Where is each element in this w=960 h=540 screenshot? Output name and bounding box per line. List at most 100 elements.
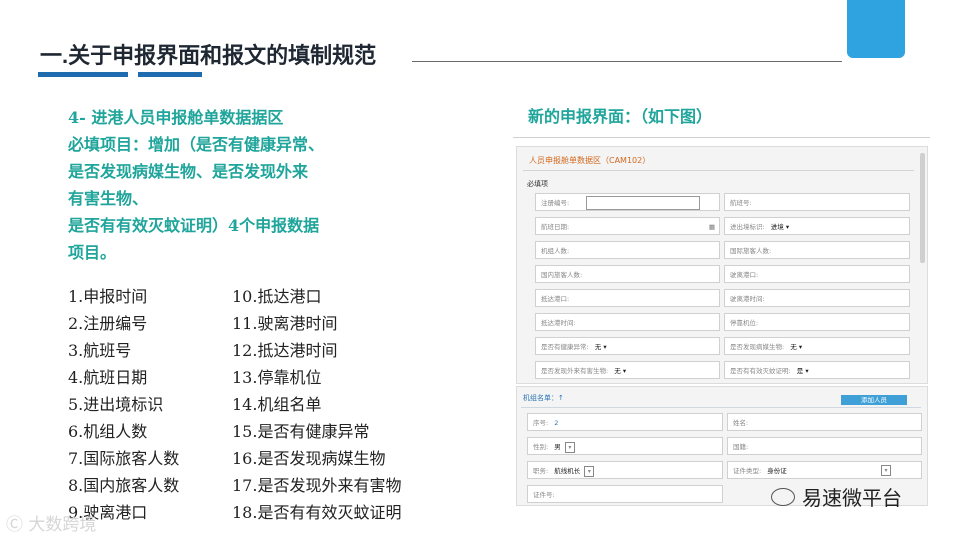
domestic-passenger-count-field[interactable]: 国内旅客人数:	[535, 265, 720, 283]
arrival-port-field[interactable]: 抵达港口:	[535, 289, 720, 307]
crew-list-title: 机组名单：↑	[523, 394, 564, 402]
health-abnormal-select[interactable]: 无 ▾	[595, 343, 607, 351]
field-label: 国内旅客人数:	[541, 271, 583, 279]
gender-field[interactable]: 性别: 男 ▾	[527, 437, 723, 455]
requirement-line: 有害生物、	[68, 189, 149, 208]
field-label: 国籍:	[733, 443, 749, 451]
requirement-line: 4- 进港人员申报舱单数据据区	[68, 108, 284, 127]
field-label: 驶离港时间:	[730, 295, 765, 303]
list-item: 17.是否发现外来有害物	[232, 476, 402, 495]
id-number-field[interactable]: 证件号:	[527, 485, 723, 503]
mosquito-cert-select[interactable]: 是 ▾	[797, 367, 809, 375]
form-section-label: 必填项	[527, 180, 548, 188]
field-label: 航班日期:	[541, 223, 570, 231]
field-label: 序号:	[533, 419, 549, 427]
field-label: 证件类型:	[733, 467, 762, 475]
list-item: 14.机组名单	[232, 395, 322, 414]
registration-number-input[interactable]	[586, 196, 700, 210]
field-label: 性别:	[533, 443, 549, 451]
title-accent-bar	[38, 72, 128, 77]
health-abnormal-field[interactable]: 是否有健康异常: 无 ▾	[535, 337, 720, 355]
list-item: 6.机组人数	[68, 422, 148, 441]
requirement-line: 项目。	[68, 243, 117, 262]
departure-time-field[interactable]: 驶离港时间:	[724, 289, 910, 307]
calendar-icon[interactable]: ▦	[709, 218, 715, 236]
vector-found-select[interactable]: 无 ▾	[790, 343, 802, 351]
corner-decoration	[847, 0, 905, 58]
seq-value: 2	[554, 419, 559, 427]
duty-select[interactable]: 航线机长	[554, 462, 580, 480]
list-item: 7.国际旅客人数	[68, 449, 180, 468]
field-label: 姓名:	[733, 419, 749, 427]
flight-date-field[interactable]: 航班日期: ▦	[535, 217, 720, 235]
requirement-line: 是否有有效灭蚊证明）4个申报数据	[68, 216, 320, 235]
wechat-icon	[771, 488, 795, 506]
title-accent-bar	[138, 72, 202, 77]
arrival-time-field[interactable]: 抵达港时间:	[535, 313, 720, 331]
requirement-line: 是否发现病媒生物、是否发现外来	[68, 162, 309, 181]
preview-divider	[513, 137, 930, 138]
field-label: 进出境标识:	[730, 223, 765, 231]
list-item: 11.驶离港时间	[232, 314, 338, 333]
mosquito-cert-field[interactable]: 是否有有效灭蚊证明: 是 ▾	[724, 361, 910, 379]
field-label: 是否有健康异常:	[541, 343, 589, 351]
form-scrollbar[interactable]	[920, 153, 925, 263]
list-item: 3.航班号	[68, 341, 132, 360]
chevron-down-icon[interactable]: ▾	[564, 441, 575, 453]
alien-pest-select[interactable]: 无 ▾	[614, 367, 626, 375]
seq-field[interactable]: 序号: 2	[527, 413, 723, 431]
form-header: 人员申报舱单数据区（CAM102）	[523, 152, 914, 171]
id-type-field[interactable]: 证件类型: 身份证 ▾	[727, 461, 922, 479]
nationality-field[interactable]: 国籍:	[727, 437, 922, 455]
list-item: 13.停靠机位	[232, 368, 322, 387]
field-label: 证件号:	[533, 491, 555, 499]
departure-port-field[interactable]: 驶离港口:	[724, 265, 910, 283]
field-list-left: 1.申报时间 2.注册编号 3.航班号 4.航班日期 5.进出境标识 6.机组人…	[68, 283, 179, 526]
field-label: 航班号:	[730, 199, 752, 207]
title-divider	[412, 61, 842, 62]
parking-stand-field[interactable]: 停靠机位:	[724, 313, 910, 331]
list-item: 10.抵达港口	[232, 287, 322, 306]
flight-number-field[interactable]: 航班号:	[724, 193, 910, 211]
crew-divider	[521, 407, 921, 408]
slide-title: 一.关于申报界面和报文的填制规范	[40, 43, 377, 68]
list-item: 15.是否有健康异常	[232, 422, 370, 441]
requirements-text: 4- 进港人员申报舱单数据据区 必填项目：增加（是否有健康异常、 是否发现病媒生…	[68, 104, 388, 266]
field-label: 注册编号:	[541, 199, 570, 207]
list-item: 4.航班日期	[68, 368, 148, 387]
name-field[interactable]: 姓名:	[727, 413, 922, 431]
field-label: 是否有有效灭蚊证明:	[730, 367, 791, 375]
field-label: 停靠机位:	[730, 319, 759, 327]
field-list-right: 10.抵达港口 11.驶离港时间 12.抵达港时间 13.停靠机位 14.机组名…	[232, 283, 401, 526]
chevron-down-icon[interactable]: ▾	[881, 465, 891, 476]
entry-exit-field[interactable]: 进出境标识: 进境 ▾	[724, 217, 910, 235]
id-type-select[interactable]: 身份证	[767, 462, 787, 480]
intl-passenger-count-field[interactable]: 国际旅客人数:	[724, 241, 910, 259]
field-label: 国际旅客人数:	[730, 247, 772, 255]
brand-name: 易速微平台	[802, 486, 902, 510]
vector-found-field[interactable]: 是否发现病媒生物: 无 ▾	[724, 337, 910, 355]
gender-select[interactable]: 男	[554, 438, 561, 456]
duty-field[interactable]: 职务: 航线机长 ▾	[527, 461, 723, 479]
field-label: 是否发现外来有害生物:	[541, 367, 609, 375]
field-label: 职务:	[533, 467, 549, 475]
new-form-title: 新的申报界面：（如下图）	[528, 107, 713, 126]
alien-pest-field[interactable]: 是否发现外来有害生物: 无 ▾	[535, 361, 720, 379]
field-label: 是否发现病媒生物:	[730, 343, 785, 351]
field-label: 抵达港时间:	[541, 319, 576, 327]
list-item: 16.是否发现病媒生物	[232, 449, 386, 468]
add-crew-button[interactable]: 添加人员	[841, 395, 907, 405]
registration-number-field[interactable]: 注册编号:	[535, 193, 720, 211]
list-item: 12.抵达港时间	[232, 341, 338, 360]
declaration-form-preview: 人员申报舱单数据区（CAM102） 必填项 注册编号: 航班号: 航班日期: ▦…	[516, 146, 928, 384]
entry-exit-select[interactable]: 进境 ▾	[771, 223, 789, 231]
field-label: 机组人数:	[541, 247, 570, 255]
chevron-down-icon[interactable]: ▾	[584, 465, 595, 477]
list-item: 18.是否有有效灭蚊证明	[232, 503, 402, 522]
watermark: Ⓒ 大数跨境	[6, 515, 97, 535]
list-item: 5.进出境标识	[68, 395, 164, 414]
field-label: 驶离港口:	[730, 271, 759, 279]
list-item: 2.注册编号	[68, 314, 148, 333]
requirement-line: 必填项目：增加（是否有健康异常、	[68, 135, 325, 154]
crew-count-field[interactable]: 机组人数:	[535, 241, 720, 259]
